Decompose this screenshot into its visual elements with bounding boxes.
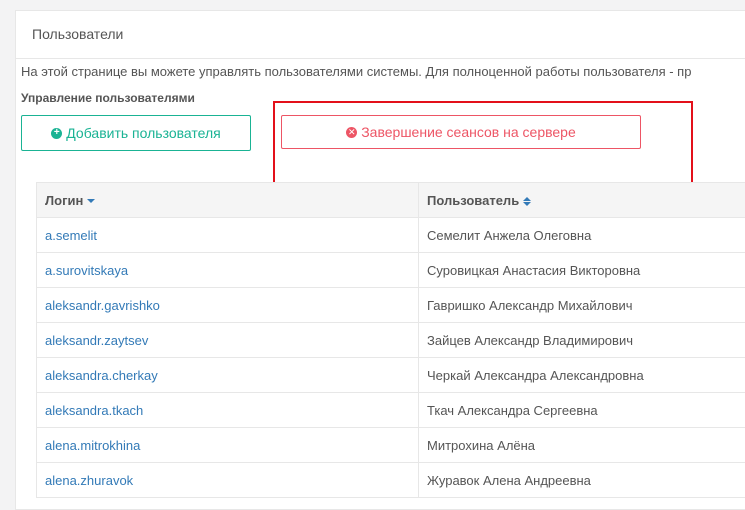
user-full-name: Суровицкая Анастасия Викторовна — [419, 253, 745, 288]
highlight-box — [273, 101, 693, 186]
column-header-user[interactable]: Пользователь — [419, 183, 745, 218]
table-row: aleksandra.cherkay Черкай Александра Але… — [37, 358, 745, 393]
column-header-user-label: Пользователь — [427, 193, 519, 208]
user-full-name: Митрохина Алёна — [419, 428, 745, 463]
column-header-login-label: Логин — [45, 193, 83, 208]
sort-icon — [523, 197, 531, 206]
table-header-row: Логин Пользователь — [37, 183, 745, 218]
add-user-button[interactable]: + Добавить пользователя — [21, 115, 251, 151]
plus-circle-icon: + — [51, 128, 62, 139]
panel-title: Пользователи — [16, 11, 745, 59]
user-full-name: Гавришко Александр Михайлович — [419, 288, 745, 323]
intro-text: На этой странице вы можете управлять пол… — [21, 64, 691, 79]
user-full-name: Журавок Алена Андреевна — [419, 463, 745, 498]
user-login-link[interactable]: aleksandra.tkach — [37, 393, 419, 428]
add-user-label: Добавить пользователя — [66, 125, 220, 141]
table-row: a.surovitskaya Суровицкая Анастасия Викт… — [37, 253, 745, 288]
user-full-name: Черкай Александра Александровна — [419, 358, 745, 393]
table-row: aleksandr.gavrishko Гавришко Александр М… — [37, 288, 745, 323]
user-login-link[interactable]: a.surovitskaya — [37, 253, 419, 288]
users-table: Логин Пользователь a.semelit Семелит Анж… — [36, 182, 745, 498]
user-login-link[interactable]: aleksandr.gavrishko — [37, 288, 419, 323]
sort-desc-icon — [87, 199, 95, 203]
table-row: alena.zhuravok Журавок Алена Андреевна — [37, 463, 745, 498]
user-login-link[interactable]: alena.zhuravok — [37, 463, 419, 498]
user-login-link[interactable]: aleksandr.zaytsev — [37, 323, 419, 358]
user-full-name: Семелит Анжела Олеговна — [419, 218, 745, 253]
user-login-link[interactable]: aleksandra.cherkay — [37, 358, 419, 393]
table-row: aleksandra.tkach Ткач Александра Сергеев… — [37, 393, 745, 428]
user-full-name: Ткач Александра Сергеевна — [419, 393, 745, 428]
table-row: aleksandr.zaytsev Зайцев Александр Влади… — [37, 323, 745, 358]
user-login-link[interactable]: alena.mitrokhina — [37, 428, 419, 463]
table-row: alena.mitrokhina Митрохина Алёна — [37, 428, 745, 463]
table-row: a.semelit Семелит Анжела Олеговна — [37, 218, 745, 253]
column-header-login[interactable]: Логин — [37, 183, 419, 218]
section-title: Управление пользователями — [21, 91, 195, 105]
user-full-name: Зайцев Александр Владимирович — [419, 323, 745, 358]
user-login-link[interactable]: a.semelit — [37, 218, 419, 253]
